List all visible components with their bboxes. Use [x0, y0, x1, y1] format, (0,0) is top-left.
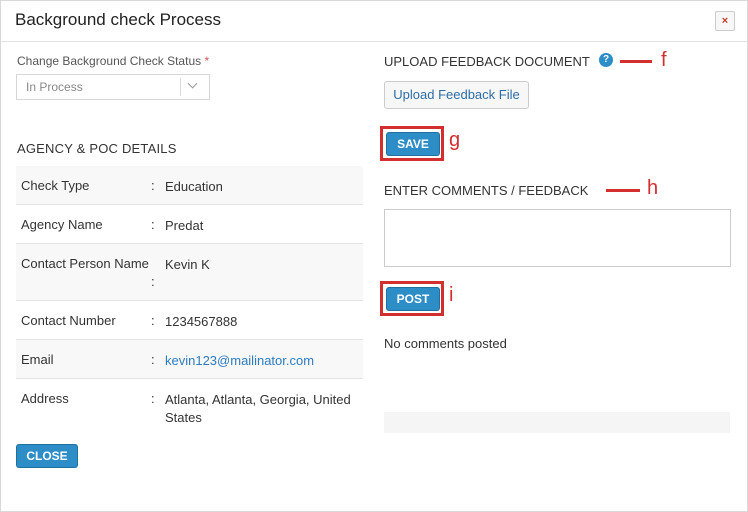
- upload-feedback-file-button[interactable]: Upload Feedback File: [384, 81, 529, 109]
- annotation-label-i: i: [449, 284, 454, 306]
- annotation-label-g: g: [449, 129, 461, 151]
- detail-key: Email: [21, 352, 54, 367]
- comments-list-placeholder: [384, 412, 730, 433]
- upload-section-title: UPLOAD FEEDBACK DOCUMENT: [384, 54, 590, 69]
- detail-value: Predat: [165, 218, 204, 233]
- detail-key: Contact Person Name: [21, 256, 149, 271]
- detail-colon: :: [151, 274, 155, 289]
- detail-value: Education: [165, 179, 223, 194]
- detail-value: Atlanta, Atlanta, Georgia, United States: [165, 392, 351, 425]
- status-select-value: In Process: [26, 80, 83, 94]
- status-select[interactable]: In Process: [16, 74, 210, 100]
- modal-header: Background check Process ×: [1, 1, 747, 42]
- chevron-down-icon: [187, 78, 198, 89]
- modal-title: Background check Process: [15, 10, 221, 29]
- detail-row-address: Address : Atlanta, Atlanta, Georgia, Uni…: [16, 379, 363, 435]
- annotation-label-h: h: [647, 177, 659, 199]
- detail-value: Kevin K: [165, 257, 210, 272]
- detail-row-contact-person: Contact Person Name : Kevin K: [16, 244, 363, 301]
- required-mark: *: [204, 54, 210, 68]
- help-icon[interactable]: ?: [599, 53, 613, 67]
- detail-colon: :: [151, 352, 155, 367]
- detail-key: Agency Name: [21, 217, 103, 232]
- detail-key: Check Type: [21, 178, 90, 193]
- close-button[interactable]: CLOSE: [16, 444, 78, 468]
- save-button[interactable]: SAVE: [386, 132, 440, 156]
- detail-colon: :: [151, 313, 155, 328]
- annotation-line-h: [606, 189, 640, 192]
- background-check-modal: Background check Process × Change Backgr…: [0, 0, 748, 512]
- no-comments-text: No comments posted: [384, 336, 507, 351]
- detail-row-email: Email : kevin123@mailinator.com: [16, 340, 363, 379]
- annotation-line-f: [620, 60, 652, 63]
- comments-section-title: ENTER COMMENTS / FEEDBACK: [384, 183, 589, 198]
- post-button[interactable]: POST: [386, 287, 440, 311]
- detail-colon: :: [151, 178, 155, 193]
- detail-value: 1234567888: [165, 314, 238, 329]
- detail-colon: :: [151, 391, 155, 406]
- detail-colon: :: [151, 217, 155, 232]
- detail-row-contact-number: Contact Number : 1234567888: [16, 301, 363, 340]
- detail-key: Contact Number: [21, 313, 116, 328]
- detail-row-check-type: Check Type : Education: [16, 166, 363, 205]
- comments-textarea[interactable]: [384, 209, 731, 267]
- status-label: Change Background Check Status *: [17, 54, 209, 68]
- status-label-text: Change Background Check Status: [17, 54, 202, 68]
- agency-details-table: Check Type : Education Agency Name : Pre…: [16, 166, 363, 435]
- detail-row-agency-name: Agency Name : Predat: [16, 205, 363, 244]
- select-divider: [180, 78, 181, 96]
- agency-section-title: AGENCY & POC DETAILS: [17, 141, 177, 156]
- annotation-label-f: f: [661, 49, 667, 71]
- email-link[interactable]: kevin123@mailinator.com: [165, 352, 361, 370]
- detail-key: Address: [21, 391, 69, 406]
- close-icon[interactable]: ×: [715, 11, 735, 31]
